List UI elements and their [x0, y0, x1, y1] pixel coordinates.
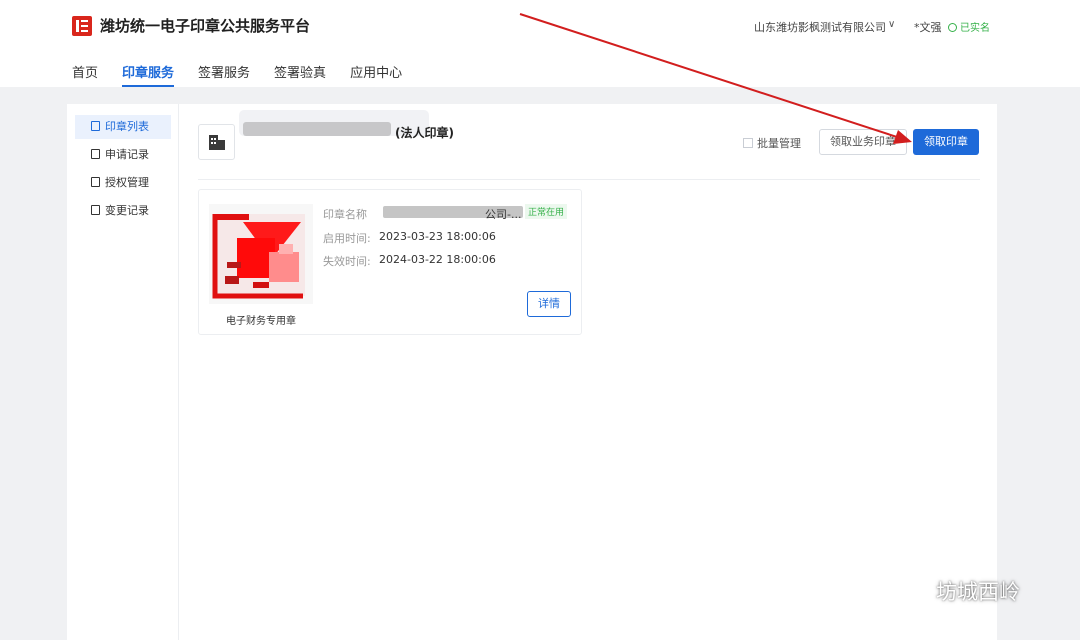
user-name[interactable]: *文强: [914, 19, 942, 35]
seal-name-value: 公司-...: [485, 208, 522, 221]
nav-sign-service[interactable]: 签署服务: [198, 62, 250, 87]
seal-group-title: (法人印章): [395, 126, 454, 140]
verified-label: 已实名: [960, 23, 990, 34]
file-edit-icon: [91, 205, 100, 215]
nav-home[interactable]: 首页: [72, 62, 98, 87]
batch-manage-label: 批量管理: [757, 137, 801, 150]
batch-manage-checkbox[interactable]: 批量管理: [743, 135, 801, 151]
document-icon: [91, 149, 100, 159]
platform-logo-icon[interactable]: [72, 16, 92, 36]
wechat-icon: [894, 580, 927, 606]
sidebar: 印章列表 申请记录 授权管理 变更记录: [67, 104, 179, 640]
sidebar-item-label: 变更记录: [105, 204, 149, 217]
seal-name-label: 印章名称: [323, 208, 367, 221]
verified-badge: 已实名: [948, 19, 990, 34]
sidebar-item-change-records[interactable]: 变更记录: [75, 199, 171, 223]
sidebar-item-label: 授权管理: [105, 176, 149, 189]
nav-seal-service[interactable]: 印章服务: [122, 62, 175, 87]
get-business-seal-button[interactable]: 领取业务印章: [819, 129, 907, 155]
expire-time-value: 2024-03-22 18:00:06: [379, 253, 496, 266]
chevron-down-icon[interactable]: ∨: [888, 19, 895, 30]
watermark-text: 坊城西岭: [936, 580, 1020, 604]
main-panel: 印章列表 申请记录 授权管理 变更记录 (法人印章) 批量管理 领取业务印章 领…: [67, 104, 997, 640]
get-seal-button[interactable]: 领取印章: [913, 129, 979, 155]
sidebar-item-label: 申请记录: [105, 148, 149, 161]
sidebar-item-auth-manage[interactable]: 授权管理: [75, 171, 171, 195]
seal-image[interactable]: [209, 204, 313, 304]
sidebar-item-label: 印章列表: [105, 120, 149, 133]
detail-button[interactable]: 详情: [527, 291, 571, 317]
start-time-value: 2023-03-23 18:00:06: [379, 230, 496, 243]
sidebar-item-seal-list[interactable]: 印章列表: [75, 115, 171, 139]
seal-type-label: 电子财务专用章: [226, 316, 296, 327]
nav-sign-verify[interactable]: 签署验真: [274, 62, 326, 87]
top-header: 潍坊统一电子印章公共服务平台 山东潍坊影枫测试有限公司 ∨ *文强 已实名 首页…: [0, 0, 1080, 87]
redacted-company-name: [243, 122, 391, 136]
main-nav: 首页 印章服务 签署服务 签署验真 应用中心: [72, 62, 426, 87]
divider: [198, 179, 980, 180]
seal-stamp-icon: [212, 214, 305, 299]
nav-app-center[interactable]: 应用中心: [350, 62, 402, 87]
status-badge: 正常在用: [525, 204, 568, 219]
start-time-label: 启用时间:: [323, 232, 371, 245]
seal-card: 电子财务专用章 印章名称 公司-... 正常在用 启用时间: 2023-03-2…: [198, 189, 582, 335]
expire-time-label: 失效时间:: [323, 255, 371, 268]
shield-check-icon: [948, 23, 957, 32]
sidebar-item-apply-records[interactable]: 申请记录: [75, 143, 171, 167]
list-icon: [91, 177, 100, 187]
stamp-icon: [91, 121, 100, 131]
site-title: 潍坊统一电子印章公共服务平台: [100, 17, 311, 35]
company-switcher[interactable]: 山东潍坊影枫测试有限公司: [754, 19, 886, 35]
checkbox-icon[interactable]: [743, 138, 753, 148]
building-icon: [198, 124, 235, 160]
